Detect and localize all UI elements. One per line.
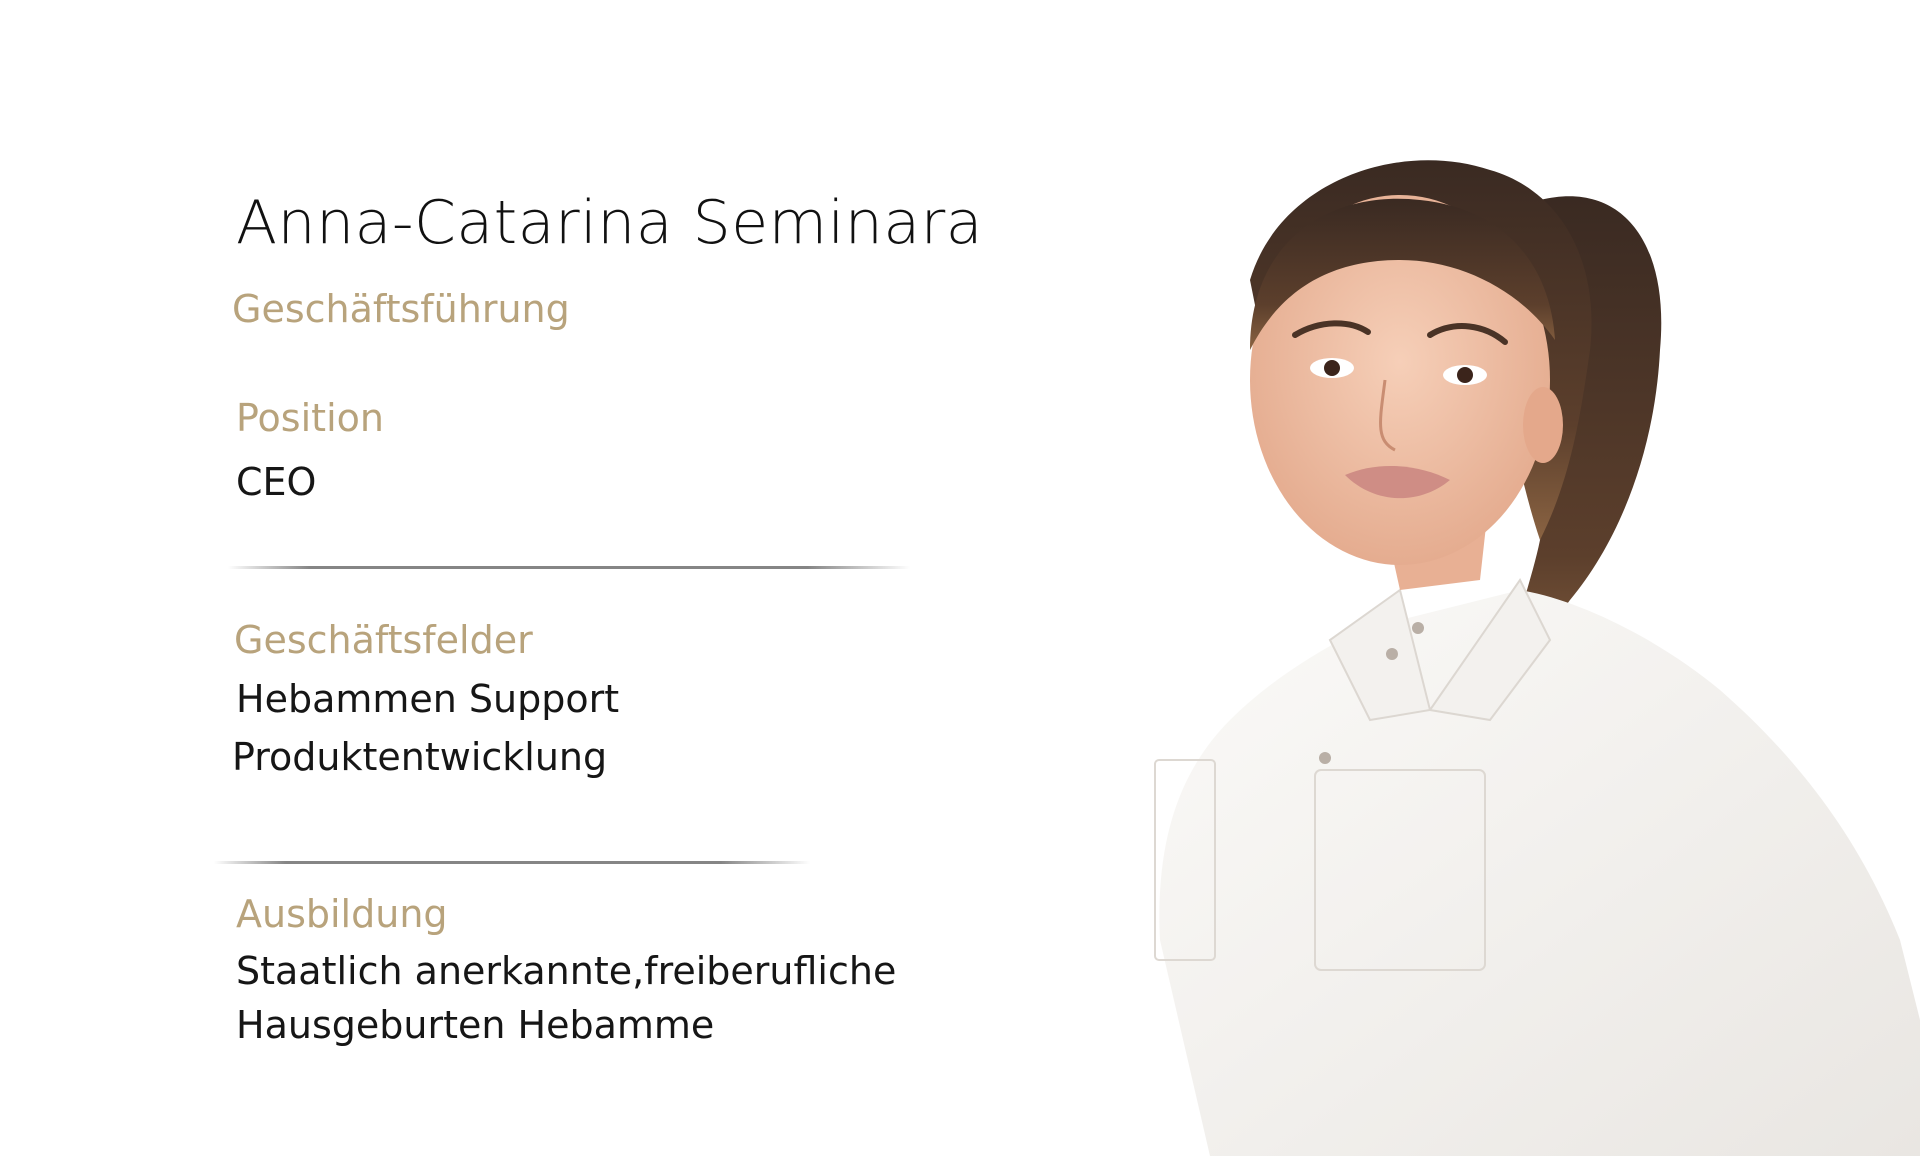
education-line: Hausgeburten Hebamme [236, 1003, 715, 1047]
position-value: CEO [236, 460, 317, 504]
divider-1 [228, 566, 910, 569]
business-fields-label: Geschäftsfelder [234, 618, 533, 662]
profile-role: Geschäftsführung [232, 287, 570, 331]
profile-card: Anna-Catarina Seminara Geschäftsführung … [0, 0, 1000, 1156]
business-field-item: Produktentwicklung [232, 735, 608, 779]
profile-name: Anna-Catarina Seminara [236, 188, 984, 258]
divider-2 [214, 861, 810, 864]
business-field-item: Hebammen Support [236, 677, 620, 721]
position-label: Position [236, 396, 384, 440]
education-line: Staatlich anerkannte,freiberufliche [236, 949, 897, 993]
portrait-photo [1154, 160, 1920, 1156]
education-label: Ausbildung [236, 892, 448, 936]
